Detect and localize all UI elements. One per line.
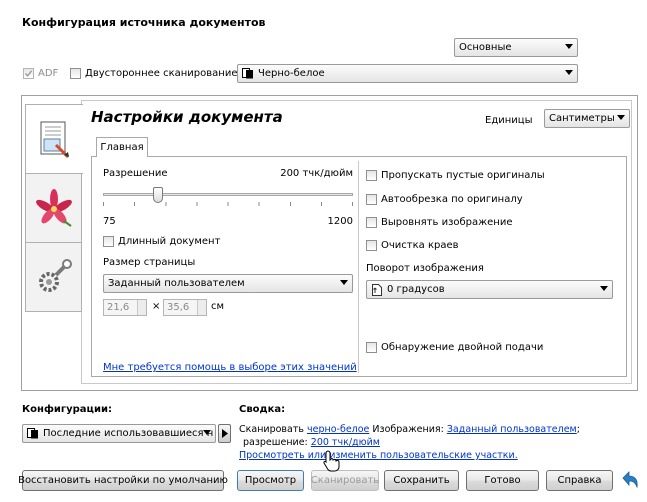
unit-label: см [211, 301, 225, 312]
preview-regions-link[interactable]: Просмотреть или изменить пользовательски… [239, 450, 518, 461]
panel-title: Настройки документа [91, 108, 283, 126]
play-arrow-icon [221, 429, 228, 438]
help-link[interactable]: Мне требуется помощь в выборе этих значе… [103, 362, 357, 373]
skip-blank-checkbox[interactable]: Пропускать пустые оригиналы [366, 170, 545, 181]
tab-document-settings[interactable] [25, 104, 83, 174]
page-width-input[interactable]: 21,6 [103, 299, 147, 316]
chevron-down-icon [617, 115, 625, 120]
deskew-checkbox[interactable]: Выровнять изображение [366, 217, 513, 228]
lily-flower-icon [35, 189, 72, 227]
scan-button[interactable]: Сканировать [311, 470, 379, 491]
checkbox-icon [103, 236, 114, 247]
chevron-down-icon [565, 70, 573, 75]
double-feed-checkbox[interactable]: Обнаружение двойной подачи [366, 342, 543, 353]
slider-ticks [103, 202, 353, 206]
config-menu-button[interactable] [218, 424, 231, 443]
chevron-down-icon [203, 430, 211, 435]
long-document-checkbox[interactable]: Длинный документ [103, 236, 220, 247]
preview-button[interactable]: Просмотр [237, 470, 304, 491]
resolution-value: 200 тчк/дюйм [280, 168, 353, 179]
summary-label: Сводка: [239, 404, 286, 415]
resolution-slider[interactable] [103, 187, 353, 209]
resolution-label: Разрешение [103, 168, 168, 179]
chevron-down-icon [600, 286, 608, 291]
chevron-down-icon [340, 280, 348, 285]
scan-mode-link[interactable]: черно-белое [307, 424, 369, 435]
checkbox-icon [366, 240, 377, 251]
dialog-title: Конфигурация источника документов [22, 16, 266, 29]
save-button[interactable]: Сохранить [384, 470, 459, 491]
slider-thumb[interactable] [153, 187, 164, 203]
tab-main[interactable]: Главная [96, 137, 148, 157]
page-size-label: Размер страницы [103, 257, 196, 268]
duplex-checkbox[interactable]: Двустороннее сканирование [70, 68, 237, 79]
mode-select[interactable]: Основные [454, 38, 578, 57]
bw-document-icon [242, 68, 253, 79]
page-icon [372, 284, 382, 296]
done-button[interactable]: Готово [466, 470, 539, 491]
color-mode-select[interactable]: Черно-белое [237, 64, 578, 83]
resolution-max: 1200 [327, 216, 353, 227]
adf-checkbox[interactable]: ADF [23, 68, 58, 79]
column-divider [358, 161, 359, 373]
restore-defaults-button[interactable]: Восстановить настройки по умолчанию [18, 470, 228, 491]
bw-document-icon [27, 428, 38, 439]
resolution-link[interactable]: 200 тчк/дюйм [311, 437, 380, 448]
page-height-input[interactable]: 35,6 [163, 299, 207, 316]
configuration-select[interactable]: Последние использовавшиеся н [22, 424, 216, 443]
edge-clean-checkbox[interactable]: Очистка краев [366, 240, 459, 251]
spinner-arrows-icon[interactable] [197, 300, 206, 315]
units-select[interactable]: Сантиметры [544, 109, 630, 128]
help-button[interactable]: Справка [546, 470, 613, 491]
autocrop-checkbox[interactable]: Автообрезка по оригиналу [366, 194, 523, 205]
undo-icon[interactable] [620, 470, 640, 490]
times-sign: × [152, 301, 161, 312]
wrench-icon [38, 259, 72, 292]
checkbox-icon [70, 68, 81, 79]
checkbox-icon [366, 170, 377, 181]
tab-device-settings[interactable] [25, 242, 82, 312]
rotation-label: Поворот изображения [366, 263, 484, 274]
checkbox-checked-icon [23, 68, 34, 79]
summary-line-2: разрешение: 200 тчк/дюйм [243, 437, 380, 448]
document-settings-icon [40, 121, 69, 159]
slider-track [103, 193, 353, 196]
spinner-arrows-icon[interactable] [137, 300, 146, 315]
configurations-label: Конфигурации: [22, 404, 112, 415]
summary-line-1: Сканировать черно-белое Изображения: Зад… [239, 424, 580, 435]
checkbox-icon [366, 342, 377, 353]
rotation-select[interactable]: 0 градусов [366, 280, 613, 299]
tab-image-settings[interactable] [25, 173, 82, 243]
checkbox-icon [366, 194, 377, 205]
units-label: Единицы [485, 115, 533, 126]
chevron-down-icon [565, 44, 573, 49]
resolution-min: 75 [103, 216, 116, 227]
page-size-select[interactable]: Заданный пользователем [103, 274, 353, 293]
checkbox-icon [366, 217, 377, 228]
images-link[interactable]: Заданный пользователем [447, 424, 577, 435]
hand-cursor-icon [323, 450, 340, 472]
